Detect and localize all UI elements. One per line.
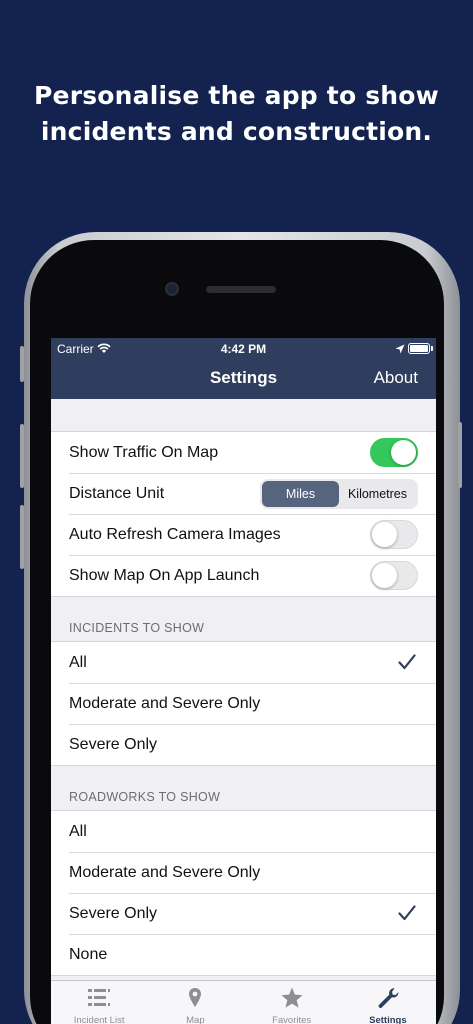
settings-list: Show Traffic On Map Distance Unit Miles … (51, 399, 436, 976)
roadworks-option-moderate-severe[interactable]: Moderate and Severe Only (51, 852, 436, 893)
incidents-option-severe[interactable]: Severe Only (51, 724, 436, 765)
wrench-icon (378, 988, 399, 1008)
distance-unit-row: Distance Unit Miles Kilometres (51, 473, 436, 514)
navigation-bar: Carrier 4:42 PM Settings About (51, 338, 436, 399)
battery-icon (408, 343, 430, 354)
option-label: None (69, 945, 108, 963)
tab-settings[interactable]: Settings (340, 981, 436, 1024)
promo-headline: Personalise the app to show incidents an… (0, 78, 473, 150)
roadworks-section-header: ROADWORKS TO SHOW (69, 790, 221, 804)
top-spacer (51, 399, 436, 431)
tab-label: Settings (369, 1015, 407, 1024)
option-label: Moderate and Severe Only (69, 863, 261, 881)
option-label: Severe Only (69, 735, 158, 753)
location-arrow-icon (395, 344, 405, 354)
show-traffic-row: Show Traffic On Map (51, 432, 436, 473)
tab-label: Incident List (73, 1015, 125, 1024)
tab-bar: Incident List Map Favorites Settings (51, 980, 436, 1024)
battery-tip (431, 346, 433, 351)
show-map-launch-row: Show Map On App Launch (51, 555, 436, 596)
volume-up-button (20, 424, 24, 488)
power-button (458, 422, 462, 488)
tab-map[interactable]: Map (147, 981, 243, 1024)
option-label: Severe Only (69, 904, 158, 922)
option-label: Moderate and Severe Only (69, 694, 261, 712)
auto-refresh-row: Auto Refresh Camera Images (51, 514, 436, 555)
about-button[interactable]: About (374, 368, 418, 388)
roadworks-option-none[interactable]: None (51, 934, 436, 975)
incidents-option-all[interactable]: All (51, 642, 436, 683)
option-label: All (69, 822, 87, 840)
list-icon (88, 989, 111, 1006)
volume-down-button (20, 505, 24, 569)
mute-switch (20, 346, 24, 382)
general-settings-group: Show Traffic On Map Distance Unit Miles … (51, 431, 436, 597)
headline-line-1: Personalise the app to show (34, 81, 439, 110)
app-screen: Carrier 4:42 PM Settings About Show Traf… (51, 338, 436, 1024)
checkmark-icon (398, 905, 416, 921)
tab-favorites[interactable]: Favorites (244, 981, 340, 1024)
incidents-group: All Moderate and Severe Only Severe Only (51, 641, 436, 766)
headline-line-2: incidents and construction. (40, 117, 433, 146)
distance-unit-segmented-control: Miles Kilometres (260, 479, 418, 509)
earpiece-speaker (206, 286, 276, 293)
auto-refresh-toggle[interactable] (370, 520, 418, 549)
map-pin-icon (189, 988, 202, 1007)
segment-miles[interactable]: Miles (262, 481, 339, 507)
roadworks-option-all[interactable]: All (51, 811, 436, 852)
status-bar: Carrier 4:42 PM (51, 342, 436, 358)
incidents-section-header: INCIDENTS TO SHOW (69, 621, 205, 635)
checkmark-icon (398, 654, 416, 670)
show-map-launch-toggle[interactable] (370, 561, 418, 590)
status-time: 4:42 PM (220, 342, 267, 356)
roadworks-option-severe[interactable]: Severe Only (51, 893, 436, 934)
segment-kilometres[interactable]: Kilometres (339, 481, 416, 507)
tab-label: Favorites (272, 1015, 312, 1024)
incidents-option-moderate-severe[interactable]: Moderate and Severe Only (51, 683, 436, 724)
option-label: All (69, 653, 87, 671)
roadworks-group: All Moderate and Severe Only Severe Only… (51, 810, 436, 976)
tab-incident-list[interactable]: Incident List (51, 981, 147, 1024)
star-icon (281, 987, 303, 1008)
front-camera-icon (165, 282, 179, 296)
show-traffic-toggle[interactable] (370, 438, 418, 467)
tab-label: Map (186, 1015, 205, 1024)
